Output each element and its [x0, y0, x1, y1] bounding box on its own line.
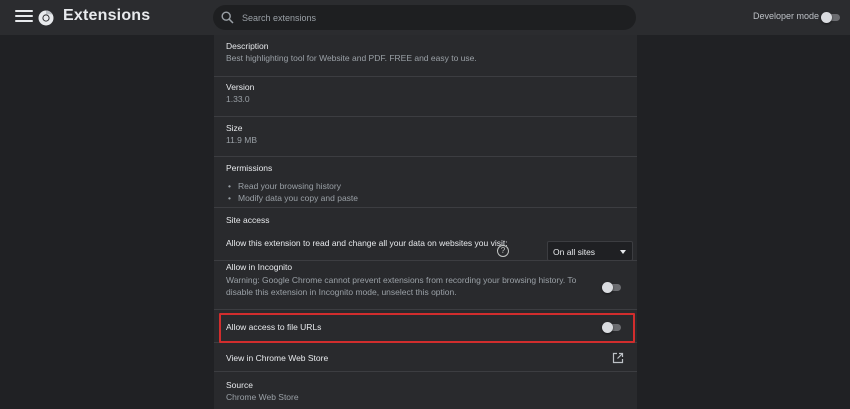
- developer-mode-toggle[interactable]: [821, 12, 841, 23]
- site-access-selected: On all sites: [553, 247, 596, 257]
- permissions-list: Read your browsing history Modify data y…: [226, 180, 358, 204]
- description-label: Description: [226, 41, 269, 51]
- permissions-row: Permissions Read your browsing history M…: [214, 157, 637, 208]
- source-value: Chrome Web Store: [226, 392, 299, 402]
- site-access-prompt: Allow this extension to read and change …: [226, 238, 508, 248]
- version-label: Version: [226, 82, 255, 92]
- description-row: Description Best highlighting tool for W…: [214, 35, 637, 77]
- app-header: Extensions Developer mode: [0, 0, 850, 35]
- size-row: Size 11.9 MB: [214, 117, 637, 157]
- permission-item: Read your browsing history: [226, 180, 358, 192]
- chrome-logo-icon: [38, 10, 54, 26]
- developer-mode-label: Developer mode: [753, 11, 820, 21]
- extension-details-card: Description Best highlighting tool for W…: [214, 35, 637, 409]
- source-row: Source Chrome Web Store: [214, 372, 637, 409]
- description-value: Best highlighting tool for Website and P…: [226, 53, 477, 63]
- open-in-new-icon[interactable]: [612, 352, 624, 364]
- search-bar[interactable]: [213, 5, 636, 30]
- incognito-toggle[interactable]: [602, 282, 622, 293]
- size-value: 11.9 MB: [226, 135, 258, 145]
- web-store-link[interactable]: View in Chrome Web Store: [226, 353, 328, 363]
- menu-icon[interactable]: [15, 10, 33, 24]
- search-input[interactable]: [242, 5, 622, 30]
- file-urls-label: Allow access to file URLs: [226, 322, 322, 332]
- size-label: Size: [226, 123, 243, 133]
- site-access-select[interactable]: On all sites: [547, 241, 633, 261]
- site-access-row: Site access Allow this extension to read…: [214, 208, 637, 261]
- incognito-warning: Warning: Google Chrome cannot prevent ex…: [226, 275, 577, 297]
- file-urls-toggle[interactable]: [602, 322, 622, 333]
- search-icon: [221, 11, 234, 24]
- incognito-label: Allow in Incognito: [226, 262, 293, 272]
- help-icon[interactable]: ?: [497, 245, 509, 257]
- permission-item: Modify data you copy and paste: [226, 192, 358, 204]
- site-access-label: Site access: [226, 215, 270, 225]
- dropdown-arrow-icon: [620, 250, 626, 254]
- source-label: Source: [226, 380, 253, 390]
- page-title: Extensions: [63, 7, 151, 24]
- incognito-row: Allow in Incognito Warning: Google Chrom…: [214, 261, 637, 310]
- version-row: Version 1.33.0: [214, 77, 637, 117]
- file-urls-row: Allow access to file URLs: [214, 310, 637, 343]
- permissions-label: Permissions: [226, 163, 273, 173]
- web-store-row[interactable]: View in Chrome Web Store: [214, 343, 637, 372]
- version-value: 1.33.0: [226, 94, 250, 104]
